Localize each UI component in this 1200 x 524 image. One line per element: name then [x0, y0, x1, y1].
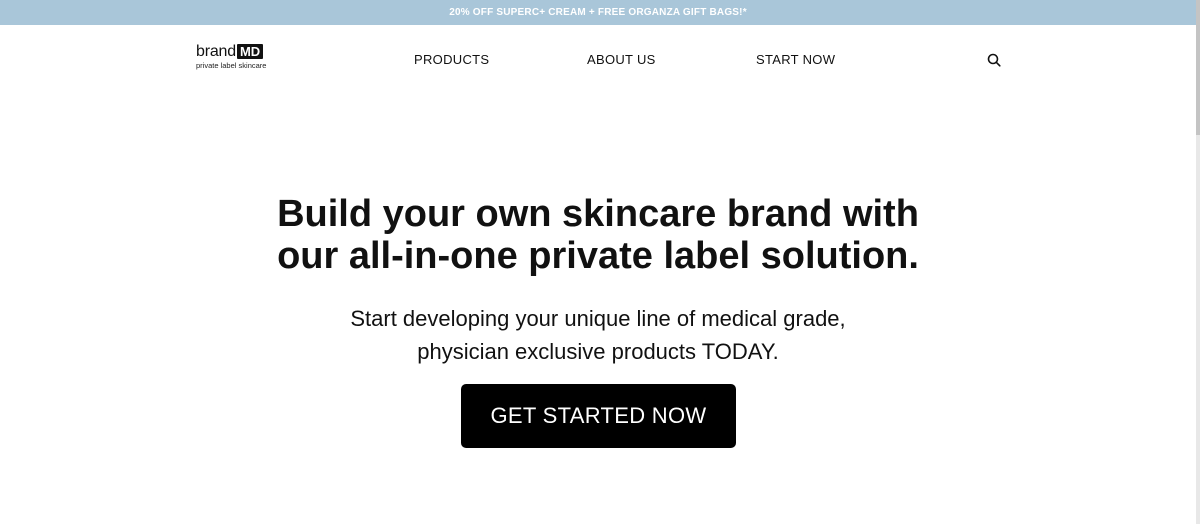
brand-logo[interactable]: brand MD private label skincare	[196, 43, 276, 73]
promo-text[interactable]: 20% OFF SUPERC+ CREAM + FREE ORGANZA GIF…	[449, 7, 747, 18]
hero-subtitle-line-2: physician exclusive products TODAY.	[417, 339, 779, 364]
logo-brand-text: brand	[196, 43, 236, 60]
hero-subtitle-line-1: Start developing your unique line of med…	[350, 306, 846, 331]
logo-wordmark: brand MD	[196, 43, 276, 60]
hero-title-line-2: our all-in-one private label solution.	[277, 235, 919, 277]
search-button[interactable]	[986, 53, 1002, 69]
nav-start-now[interactable]: START NOW	[756, 52, 835, 67]
site-header: brand MD private label skincare PRODUCTS…	[0, 25, 1196, 95]
hero-title-line-1: Build your own skincare brand with	[277, 193, 919, 235]
get-started-button[interactable]: GET STARTED NOW	[461, 384, 736, 448]
nav-products[interactable]: PRODUCTS	[414, 52, 489, 67]
logo-tagline: private label skincare	[196, 61, 267, 70]
nav-about-us[interactable]: ABOUT US	[587, 52, 656, 67]
search-icon	[987, 53, 1001, 67]
scrollbar-thumb[interactable]	[1196, 0, 1200, 135]
hero-title: Build your own skincare brand with our a…	[0, 193, 1196, 277]
scrollbar[interactable]	[1196, 0, 1200, 524]
hero-subtitle: Start developing your unique line of med…	[300, 302, 896, 368]
logo-md-badge: MD	[236, 44, 264, 59]
promo-banner[interactable]: 20% OFF SUPERC+ CREAM + FREE ORGANZA GIF…	[0, 0, 1196, 25]
